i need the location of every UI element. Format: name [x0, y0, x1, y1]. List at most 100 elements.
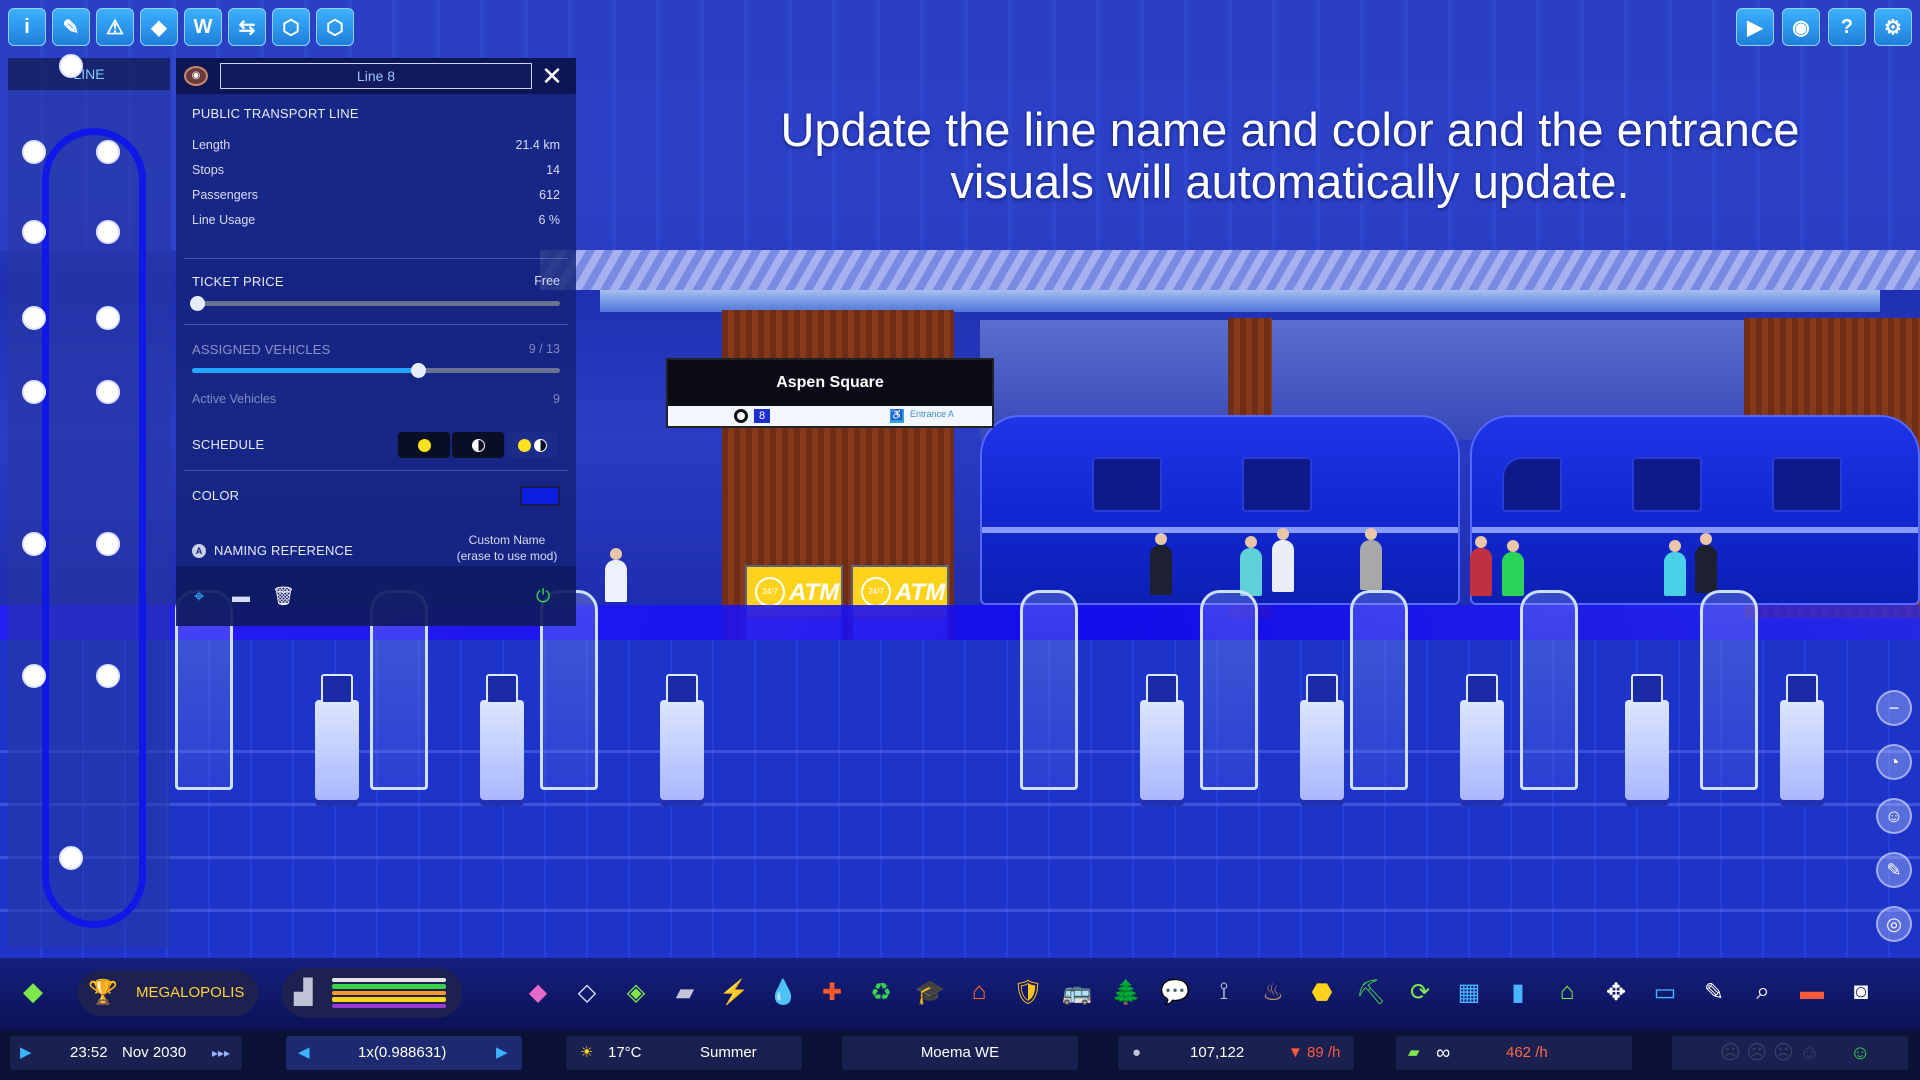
wastewater-icon[interactable]: ♨	[1255, 974, 1291, 1010]
compass-icon[interactable]: ◔	[1876, 744, 1912, 780]
help-icon[interactable]: ?	[1828, 8, 1866, 46]
line-stop[interactable]	[96, 140, 120, 164]
metro-train[interactable]	[980, 415, 1460, 605]
settings-icon[interactable]: ⚙	[1874, 8, 1912, 46]
happiness-indicator[interactable]: ☹ ☹ ☹ ☺ ☺	[1672, 1036, 1908, 1070]
city-progress[interactable]: ▟	[282, 968, 462, 1018]
citizen[interactable]	[1150, 533, 1172, 595]
budget-icon[interactable]: W	[184, 8, 222, 46]
schedule-night-option[interactable]	[452, 432, 504, 458]
assigned-vehicles-slider[interactable]	[192, 363, 560, 378]
fire-icon[interactable]: ⌂	[961, 974, 997, 1010]
schedule-day-option[interactable]	[398, 432, 450, 458]
line-stop[interactable]	[22, 140, 46, 164]
parks-icon[interactable]: 🌲	[1108, 974, 1144, 1010]
zoning-icon[interactable]: ◇	[569, 974, 605, 1010]
search-icon[interactable]: ⌕	[1745, 974, 1781, 1010]
landscaping-icon[interactable]: ▰	[667, 974, 703, 1010]
line-stop[interactable]	[22, 664, 46, 688]
photo-icon[interactable]: ▭	[1647, 974, 1683, 1010]
ticket-gate[interactable]	[315, 674, 359, 800]
transport-icon[interactable]: 🚌	[1059, 974, 1095, 1010]
citizen[interactable]	[1360, 528, 1382, 590]
zoom-out-icon[interactable]: −	[1876, 690, 1912, 726]
line-stop[interactable]	[96, 532, 120, 556]
citizen[interactable]	[1240, 536, 1262, 596]
ticket-price-slider[interactable]	[190, 296, 560, 311]
area-icon[interactable]: ◈	[618, 974, 654, 1010]
line-stop[interactable]	[59, 54, 83, 78]
camera-icon[interactable]: ▶	[1736, 8, 1774, 46]
water-icon[interactable]: 💧	[765, 974, 801, 1010]
garbage-icon[interactable]: ♻	[863, 974, 899, 1010]
logistics-icon[interactable]: ⇆	[228, 8, 266, 46]
fast-forward-button[interactable]: ▸▸▸	[212, 1036, 230, 1070]
weather-info[interactable]: ☀ 17°C Summer	[566, 1036, 802, 1070]
ticket-gate[interactable]	[1140, 674, 1184, 800]
speed-increase-button[interactable]: ▶	[496, 1036, 508, 1070]
speed-decrease-button[interactable]: ◀	[298, 1036, 310, 1070]
citizen[interactable]	[1664, 540, 1686, 596]
line-color-picker[interactable]	[520, 486, 560, 506]
city-services-icon[interactable]: ⌂	[1549, 974, 1585, 1010]
line-stop[interactable]	[96, 380, 120, 404]
line-stop[interactable]	[22, 220, 46, 244]
money-info[interactable]: ▰ ∞ 462 /h	[1396, 1036, 1632, 1070]
achievement-icon[interactable]: ◉	[1782, 8, 1820, 46]
notes-icon[interactable]: ✎	[1876, 852, 1912, 888]
population-info[interactable]: ● 107,122 ▼ 89 /h	[1118, 1036, 1354, 1070]
bulldozer-icon[interactable]: ⛏	[1353, 974, 1389, 1010]
eraser-icon[interactable]: ▬	[1794, 974, 1830, 1010]
location-pin-icon[interactable]: ⌖	[194, 586, 204, 607]
citizen[interactable]	[1502, 540, 1524, 596]
eyedropper-icon[interactable]: ✎	[1696, 974, 1732, 1010]
citizen[interactable]	[1272, 528, 1294, 592]
upgrade-icon[interactable]: ⟳	[1402, 974, 1438, 1010]
ticket-gate[interactable]	[1625, 674, 1669, 800]
vehicle-icon[interactable]: ▬	[232, 586, 250, 607]
districts-icon[interactable]: ⬣	[1304, 974, 1340, 1010]
citizen[interactable]	[605, 548, 627, 602]
line-name-input[interactable]	[220, 63, 532, 89]
ticket-gate[interactable]	[1780, 674, 1824, 800]
info-icon[interactable]: i	[8, 8, 46, 46]
police-icon[interactable]: 🛡	[1010, 974, 1046, 1010]
slider-knob[interactable]	[410, 363, 426, 378]
city-name[interactable]: Moema WE	[842, 1036, 1078, 1070]
line-stop[interactable]	[96, 306, 120, 330]
budget-icon[interactable]: ▦	[1451, 974, 1487, 1010]
move-it-icon[interactable]: ✥	[1598, 974, 1634, 1010]
communications-icon[interactable]: 💬	[1157, 974, 1193, 1010]
policies-icon[interactable]: ✎	[52, 8, 90, 46]
citizen-icon[interactable]: ☺	[1876, 798, 1912, 834]
power-icon[interactable]: ⏻	[536, 586, 550, 607]
line-stop[interactable]	[59, 846, 83, 870]
radar-icon[interactable]: ◎	[1876, 906, 1912, 942]
schedule-day-night-option[interactable]	[506, 432, 558, 458]
education-icon[interactable]: 🎓	[912, 974, 948, 1010]
close-button[interactable]: ✕	[538, 60, 566, 92]
line-stop[interactable]	[22, 306, 46, 330]
trash-icon[interactable]: 🗑	[272, 586, 295, 607]
slider-knob[interactable]	[190, 296, 205, 311]
zoning-icon[interactable]: ◆	[140, 8, 178, 46]
line-stop[interactable]	[22, 532, 46, 556]
health-icon[interactable]: ✚	[814, 974, 850, 1010]
line-stop[interactable]	[96, 664, 120, 688]
transport-icon-b[interactable]: ⬡	[316, 8, 354, 46]
transport-icon-a[interactable]: ⬡	[272, 8, 310, 46]
citizen[interactable]	[1470, 536, 1492, 596]
citizen[interactable]	[1695, 533, 1717, 593]
statistics-icon[interactable]: ▮	[1500, 974, 1536, 1010]
ticket-gate[interactable]	[660, 674, 704, 800]
ticket-gate[interactable]	[480, 674, 524, 800]
line-stop[interactable]	[22, 380, 46, 404]
line-stop[interactable]	[96, 220, 120, 244]
play-button[interactable]: ▶	[20, 1036, 32, 1070]
milestone-button[interactable]: 🏆 MEGALOPOLIS	[78, 970, 258, 1016]
roads-icon[interactable]: ◆	[520, 974, 556, 1010]
electricity-icon[interactable]: ⚡	[716, 974, 752, 1010]
screenshot-icon[interactable]: ◙	[1843, 974, 1879, 1010]
road-services-icon[interactable]: ⚠	[96, 8, 134, 46]
ticket-gate[interactable]	[1300, 674, 1344, 800]
